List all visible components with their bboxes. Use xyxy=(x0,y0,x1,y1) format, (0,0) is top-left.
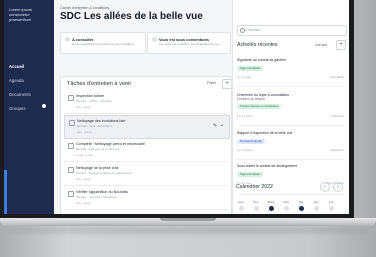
card-subtitle: Nous considérons les listes ce que sensi… xyxy=(72,42,134,46)
task-location: Demain · Conseil syndical et maintenance xyxy=(76,171,133,175)
summary-card-consult[interactable]: À consulter Nous considérons les listes … xyxy=(60,32,146,54)
warning-icon xyxy=(65,37,70,42)
task-title: Nettoyage des évolutions hier xyxy=(77,119,126,123)
checkbox[interactable] xyxy=(69,120,75,126)
calendar-prev-button[interactable]: ‹ xyxy=(320,182,330,192)
status-badge: Sujet compléter xyxy=(237,172,264,177)
activity-title: Signature du contrat de gardien xyxy=(237,58,287,62)
list-heading: Tâches d'entretien à venir xyxy=(67,81,132,87)
page-title: SDC Les allées de la belle vue xyxy=(60,11,203,22)
notification-dot xyxy=(42,104,46,108)
task-row[interactable]: Nettoyage de la prise d'air Demain · Con… xyxy=(64,163,228,186)
calendar-next-button[interactable]: › xyxy=(333,182,343,192)
status-badge: Sujet compléter xyxy=(237,66,264,71)
status-badge: Document ajouté xyxy=(237,139,265,144)
task-row[interactable]: Complété / Nettoyage prévu et nécessaire… xyxy=(64,139,228,162)
activity-date: il y a 1 jour xyxy=(237,181,251,185)
task-location: Demain · Toiture / Terrasse xyxy=(76,99,112,103)
activity-author: Arrêt Maria xyxy=(329,75,344,79)
sidebar-item-groupes[interactable]: Groupes xyxy=(9,106,25,111)
right-panel: Chercher Activités récentes Voir tout + … xyxy=(232,0,349,214)
sidebar-item-agenda[interactable]: Agenda xyxy=(9,78,24,83)
card-subtitle: Le courte ou répétition fonctionnelles d… xyxy=(159,42,220,46)
organization-name: Lorem ipsum consectetur praesentium xyxy=(9,7,33,22)
search-input[interactable]: Chercher xyxy=(237,25,347,36)
summary-card-conventions[interactable]: Vous est sous conventions Le courte ou r… xyxy=(147,32,231,54)
activity-date: il y a 3 jours xyxy=(237,148,253,152)
activity-title: Sous-traiter le contrat de dérangement xyxy=(237,164,297,168)
task-title: Complété / Nettoyage prévu et nécessaire xyxy=(76,142,145,146)
add-activity-button[interactable]: + xyxy=(336,40,346,50)
activity-date: il y a 1 jour xyxy=(237,75,251,79)
activities-title: Activités récentes xyxy=(237,42,278,48)
task-meta: 1 jour · 1 ann. xyxy=(76,153,94,157)
task-meta: Jeu · 1 ann. xyxy=(76,201,92,205)
sidebar: Lorem ipsum consectetur praesentium Accu… xyxy=(4,0,54,214)
document-icon xyxy=(152,37,157,42)
see-all-link[interactable]: Voir tout xyxy=(315,43,327,47)
activity-author: Arrêt Arcé xyxy=(331,114,344,118)
task-location: Demain · Hall pour la conférence xyxy=(76,147,120,151)
app-screen: Lorem ipsum consectetur praesentium Accu… xyxy=(4,0,349,214)
add-task-button[interactable]: + xyxy=(222,79,231,89)
task-row[interactable]: Inspection toiture Demain · Toiture / Te… xyxy=(64,91,228,114)
sidebar-accent-strip xyxy=(4,170,7,214)
sidebar-item-documents[interactable]: Documents xyxy=(9,92,31,97)
checkbox[interactable] xyxy=(68,167,74,173)
laptop-base xyxy=(0,218,376,257)
status-badge: Travaux lancés et complétées xyxy=(237,104,282,109)
activity-author: Jacque Arc xyxy=(329,148,344,152)
task-title: Nettoyage de la prise d'air xyxy=(76,166,119,170)
task-title: Inspection toiture xyxy=(76,94,105,98)
delete-icon[interactable]: ▪ xyxy=(221,123,223,129)
task-meta: Jeu · 1 ann. xyxy=(76,177,92,181)
checkbox[interactable] xyxy=(68,191,74,197)
task-row[interactable]: Vérifier l'appartition du Nouveau Demain… xyxy=(64,187,228,210)
task-title: Vérifier l'appartition du Nouveau xyxy=(76,190,129,194)
activity-title: Rapport d'inspection de la belle vue xyxy=(237,131,293,135)
edit-icon[interactable]: ✎ xyxy=(213,123,217,129)
search-placeholder: Chercher xyxy=(245,28,261,32)
activity-subtitle: Entretien du Baticia xyxy=(237,97,265,101)
breadcrumb[interactable]: Carnet d'entretien & conditions xyxy=(60,6,109,10)
filter-button[interactable]: Filtrer xyxy=(207,81,216,85)
main-panel: Carnet d'entretien & conditions SDC Les … xyxy=(54,0,232,214)
task-row-selected[interactable]: Nettoyage des évolutions hier Demain · H… xyxy=(64,115,230,139)
task-meta: Jeu · 1 ann. xyxy=(76,105,92,109)
maintenance-task-list: Tâches d'entretien à venir Filtrer + Ins… xyxy=(60,76,232,214)
checkbox[interactable] xyxy=(68,143,74,149)
task-location: Demain · Sécurité / Chauffage xyxy=(76,195,117,199)
checkbox[interactable] xyxy=(68,95,74,101)
task-location: Demain · Hall · Ascenseur xyxy=(77,124,112,128)
task-meta: Jeu · 1 ann. xyxy=(77,130,93,134)
activity-item[interactable]: Rapport d'inspection de la belle vue Doc… xyxy=(237,131,344,160)
sidebar-item-accueil[interactable]: Accueil xyxy=(9,64,24,69)
activity-date: il y a 3 jours xyxy=(237,114,253,118)
activity-item[interactable]: Signature du contrat de gardien Sujet co… xyxy=(237,58,344,87)
activity-item[interactable]: Cheminée du foyer à consultation Entreti… xyxy=(237,93,344,126)
